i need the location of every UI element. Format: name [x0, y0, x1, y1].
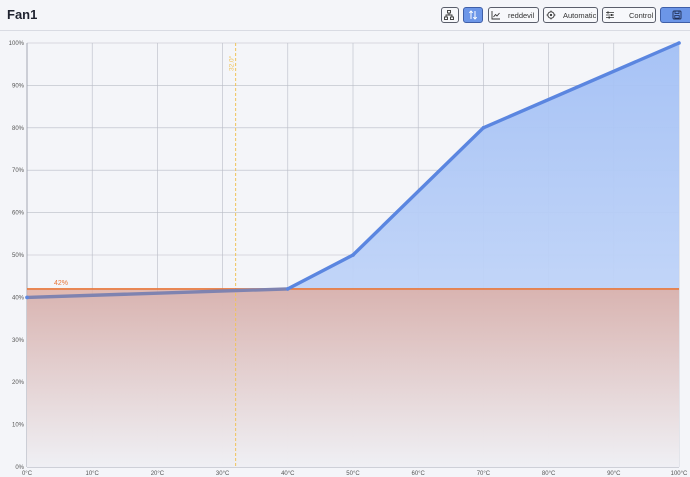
curve-point[interactable]: [25, 295, 29, 300]
x-tick-label: 90°C: [607, 471, 621, 477]
x-tick-label: 10°C: [85, 471, 99, 477]
chart-line-icon: [489, 8, 503, 22]
current-duty-area-fill: [27, 288, 679, 467]
x-tick-label: 40°C: [281, 471, 295, 477]
x-tick-label: 30°C: [216, 471, 230, 477]
mode-select-button[interactable]: Automatic: [543, 7, 598, 23]
curve-point[interactable]: [481, 126, 486, 130]
current-temp-label: 32.0°: [228, 55, 236, 71]
y-tick-label: 0%: [15, 465, 24, 471]
x-tick-label: 60°C: [411, 471, 425, 477]
control-label: Control: [629, 10, 654, 20]
gear-icon: [544, 8, 558, 22]
current-duty-label: 42%: [54, 280, 68, 287]
apply-button[interactable]: [660, 7, 690, 23]
y-tick-label: 10%: [12, 423, 25, 429]
y-tick-label: 70%: [12, 168, 25, 174]
control-button[interactable]: Control: [602, 7, 656, 23]
sliders-icon: [603, 8, 617, 22]
x-tick-label: 0°C: [22, 471, 33, 477]
sensor-select-button[interactable]: reddevil: [488, 7, 539, 23]
fan-curve-chart[interactable]: 32.0° 42% 0°C 10°C 20°C 30°C 40°C 50°C 60°C 70°C…: [0, 30, 690, 477]
curve-point[interactable]: [286, 287, 290, 291]
x-tick-label: 70°C: [477, 471, 491, 477]
y-tick-label: 80%: [12, 126, 25, 132]
y-axis: 0% 10% 20% 30% 40% 50% 60% 70% 80% 90% 100%: [9, 41, 25, 471]
curve-point[interactable]: [351, 253, 355, 257]
x-tick-label: 100°C: [671, 471, 688, 477]
curve-point[interactable]: [677, 41, 681, 45]
x-axis: 0°C 10°C 20°C 30°C 40°C 50°C 60°C 70°C 80°C 90°C 1…: [22, 471, 688, 477]
hierarchy-button[interactable]: [441, 7, 459, 23]
x-tick-label: 80°C: [542, 471, 556, 477]
y-tick-label: 50%: [12, 253, 25, 259]
y-tick-label: 100%: [9, 41, 25, 47]
x-tick-label: 50°C: [346, 471, 360, 477]
window-header: Fan1 reddevil Automatic Control: [0, 0, 690, 31]
sort-arrows-icon: [464, 8, 482, 22]
save-icon: [661, 8, 690, 22]
sensor-select-label: reddevil: [508, 10, 535, 20]
x-tick-label: 20°C: [151, 471, 165, 477]
y-tick-label: 40%: [12, 295, 25, 301]
hierarchy-icon: [442, 8, 456, 22]
y-tick-label: 20%: [12, 380, 25, 386]
sort-toggle-button[interactable]: [463, 7, 483, 23]
y-tick-label: 30%: [12, 338, 25, 344]
y-tick-label: 90%: [12, 83, 25, 89]
mode-select-label: Automatic: [563, 10, 597, 20]
y-tick-label: 60%: [12, 211, 25, 217]
page-title: Fan1: [7, 7, 38, 22]
